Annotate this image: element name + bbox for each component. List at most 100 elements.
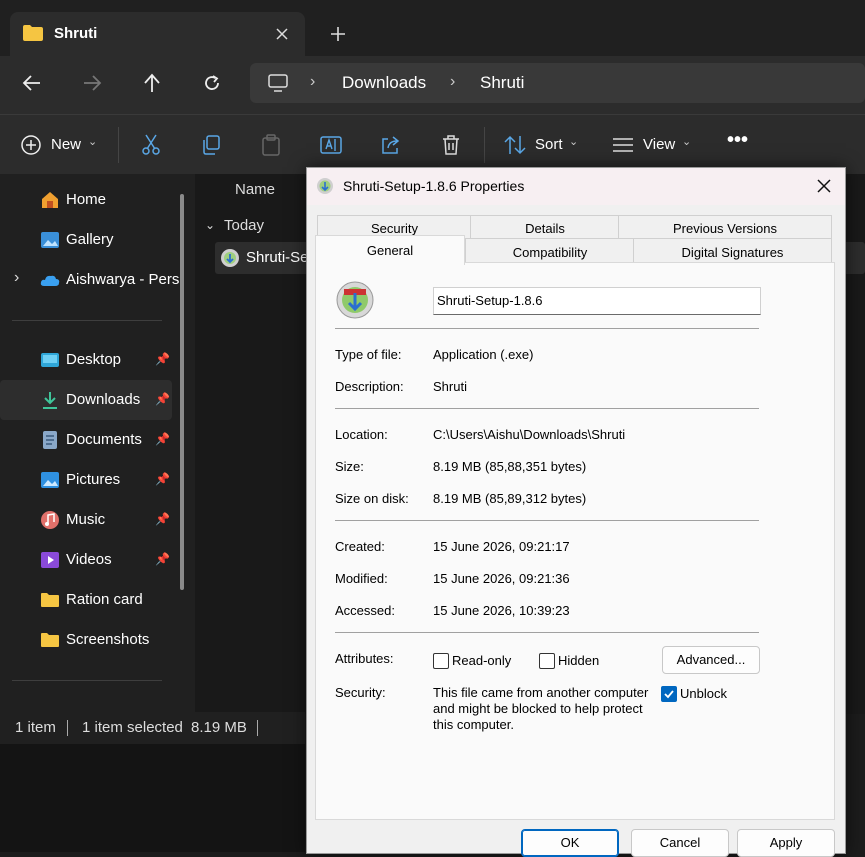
sidebar-item-ration-card[interactable]: Ration card	[0, 580, 172, 620]
unblock-checkbox[interactable]	[661, 686, 677, 702]
delete-icon[interactable]	[441, 134, 461, 156]
pictures-icon	[41, 472, 59, 488]
sort-icon[interactable]	[504, 135, 526, 155]
ok-button[interactable]: OK	[521, 829, 619, 857]
attributes-label: Attributes:	[335, 651, 394, 666]
cancel-button[interactable]: Cancel	[631, 829, 729, 857]
readonly-checkbox[interactable]	[433, 653, 449, 669]
music-icon	[41, 511, 59, 529]
new-icon[interactable]	[20, 134, 42, 156]
readonly-label[interactable]: Read-only	[452, 653, 511, 668]
tab-label: Details	[525, 221, 565, 236]
breadcrumb-downloads[interactable]: Downloads	[342, 73, 426, 93]
location-value: C:\Users\Aishu\Downloads\Shruti	[433, 427, 626, 442]
chevron-right-icon: ›	[310, 73, 316, 90]
videos-icon	[41, 552, 59, 568]
filename-input[interactable]: Shruti-Setup-1.8.6	[433, 287, 761, 315]
pin-icon[interactable]: 📌	[155, 392, 170, 406]
sidebar-scrollbar[interactable]	[180, 194, 184, 590]
apply-button[interactable]: Apply	[737, 829, 835, 857]
chevron-down-icon[interactable]: ⌄	[205, 218, 215, 232]
pin-icon[interactable]: 📌	[155, 352, 170, 366]
background-area	[0, 744, 305, 852]
more-options-icon[interactable]: •••	[727, 129, 748, 152]
close-tab-icon[interactable]	[276, 28, 288, 40]
sidebar-item-desktop[interactable]: Desktop 📌	[0, 340, 172, 380]
sidebar-item-label: Ration card	[66, 591, 143, 608]
sidebar-divider	[12, 320, 162, 321]
size-label: Size:	[335, 459, 364, 474]
dialog-titlebar[interactable]: Shruti-Setup-1.8.6 Properties	[307, 168, 845, 205]
breadcrumb-shruti[interactable]: Shruti	[480, 73, 524, 93]
close-icon[interactable]	[817, 179, 831, 193]
view-button[interactable]: View	[643, 136, 675, 153]
new-button[interactable]: New	[51, 136, 81, 153]
setup-file-icon	[221, 249, 239, 267]
tab-previous-versions[interactable]: Previous Versions	[618, 215, 832, 238]
sidebar-item-videos[interactable]: Videos 📌	[0, 540, 172, 580]
chevron-down-icon[interactable]: ⌄	[569, 135, 578, 148]
group-header-today[interactable]: Today	[224, 217, 264, 234]
type-value: Application (.exe)	[433, 347, 534, 362]
sidebar-item-gallery[interactable]: Gallery	[0, 220, 172, 260]
size-on-disk-label: Size on disk:	[335, 491, 409, 506]
rename-icon[interactable]	[320, 134, 342, 156]
description-value: Shruti	[433, 379, 467, 394]
chevron-down-icon[interactable]: ⌄	[88, 135, 97, 148]
pin-icon[interactable]: 📌	[155, 552, 170, 566]
back-icon[interactable]	[22, 74, 42, 92]
sidebar-item-documents[interactable]: Documents 📌	[0, 420, 172, 460]
tab-details[interactable]: Details	[470, 215, 620, 238]
advanced-button[interactable]: Advanced...	[662, 646, 760, 674]
pin-icon[interactable]: 📌	[155, 512, 170, 526]
copy-icon[interactable]	[201, 135, 221, 155]
description-label: Description:	[335, 379, 404, 394]
security-text-line-1: This file came from another computer	[433, 685, 649, 700]
pin-icon[interactable]: 📌	[155, 472, 170, 486]
home-icon	[42, 192, 58, 208]
sidebar-item-downloads[interactable]: Downloads 📌	[0, 380, 172, 420]
chevron-down-icon[interactable]: ⌄	[682, 135, 691, 148]
status-item-count: 1 item	[15, 719, 56, 736]
tab-compatibility[interactable]: Compatibility	[465, 238, 635, 263]
sidebar-item-onedrive[interactable]: › Aishwarya - Pers	[0, 260, 179, 300]
command-bar: New ⌄ Sort ⌄ View ⌄ •••	[0, 114, 865, 175]
size-value: 8.19 MB (85,88,351 bytes)	[433, 459, 587, 474]
cut-icon[interactable]	[141, 134, 161, 156]
sidebar-item-pictures[interactable]: Pictures 📌	[0, 460, 172, 500]
paste-icon	[262, 134, 280, 156]
modified-value: 15 June 2026, 09:21:36	[433, 571, 570, 586]
explorer-tab[interactable]: Shruti	[10, 12, 305, 56]
sidebar-item-music[interactable]: Music 📌	[0, 500, 172, 540]
download-icon	[43, 392, 57, 409]
toolbar-divider	[118, 127, 119, 163]
share-icon[interactable]	[380, 134, 402, 156]
new-tab-icon[interactable]	[330, 26, 346, 42]
sidebar-item-screenshots[interactable]: Screenshots	[0, 620, 172, 660]
view-icon[interactable]	[612, 137, 634, 153]
unblock-label[interactable]: Unblock	[680, 686, 727, 701]
column-header-name[interactable]: Name	[235, 181, 275, 198]
up-icon[interactable]	[143, 73, 161, 93]
sort-button[interactable]: Sort	[535, 136, 563, 153]
tab-general[interactable]: General	[315, 235, 465, 265]
sidebar-divider	[12, 680, 162, 681]
forward-icon[interactable]	[82, 74, 102, 92]
sidebar-item-home[interactable]: Home	[0, 180, 172, 220]
tab-title: Shruti	[54, 25, 98, 42]
tab-label: General	[366, 243, 414, 258]
tab-label: Security	[371, 221, 418, 236]
refresh-icon[interactable]	[203, 74, 221, 92]
pin-icon[interactable]: 📌	[155, 432, 170, 446]
address-box[interactable]: › Downloads › Shruti	[250, 63, 865, 103]
checkmark-icon	[664, 690, 674, 699]
chevron-right-icon[interactable]: ›	[14, 269, 19, 287]
hidden-checkbox[interactable]	[539, 653, 555, 669]
sidebar-item-label: Home	[66, 191, 107, 208]
tab-digital-signatures[interactable]: Digital Signatures	[633, 238, 832, 263]
hidden-label[interactable]: Hidden	[558, 653, 599, 668]
status-divider	[67, 720, 68, 736]
tab-label: Previous Versions	[672, 221, 778, 236]
sidebar-item-label: Screenshots	[66, 631, 150, 648]
accessed-label: Accessed:	[335, 603, 395, 618]
